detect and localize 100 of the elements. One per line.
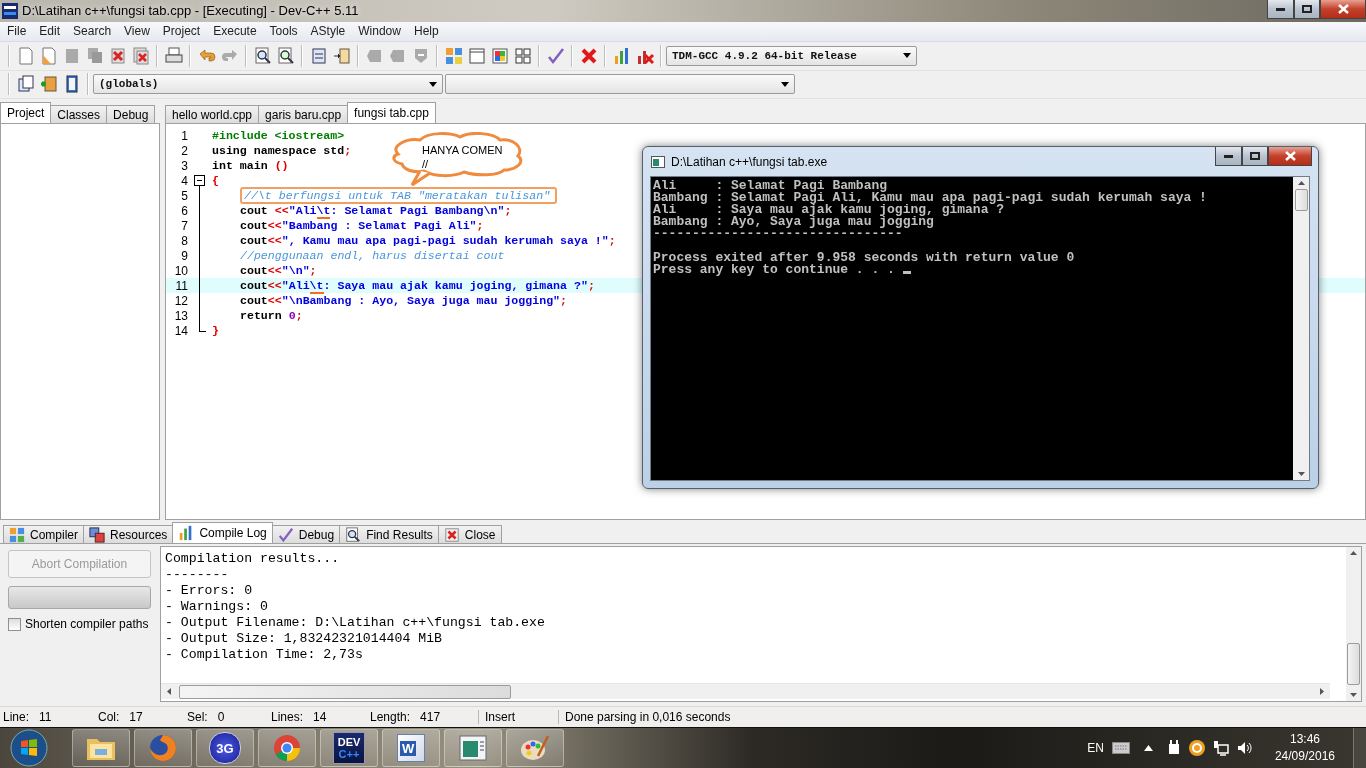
taskbar-button[interactable]: 3G [196,729,254,767]
status-label: Lines: [271,710,304,725]
checkbox-label: Shorten compiler paths [25,617,149,632]
menu-item[interactable]: AStyle [303,24,352,39]
line-number: 2 [180,143,188,158]
language-indicator[interactable]: EN [1087,741,1104,755]
member-dropdown[interactable] [445,74,795,95]
undo-icon[interactable] [197,46,216,65]
scrollbar-thumb[interactable] [1294,189,1308,211]
close-button[interactable] [1268,147,1312,166]
clock-date[interactable]: 24/09/2016 [1274,748,1335,765]
panel-icon[interactable] [309,46,328,65]
minimize-icon [1276,7,1285,11]
minimize-button[interactable] [1215,147,1242,166]
start-button[interactable] [10,729,48,767]
status-label: Length: [370,710,411,725]
ide-app-icon: DEV C++ [333,732,365,764]
console-line: Press any key to continue . . . [653,264,1293,276]
taskbar-button[interactable]: W [382,729,440,767]
output-tab[interactable]: Debug [271,525,341,544]
close-file-icon[interactable] [108,46,127,65]
menu-item[interactable]: Tools [262,24,304,39]
status-label: Sel: [187,710,208,725]
fold-icon[interactable] [194,173,205,189]
scrollbar-thumb[interactable] [179,684,511,699]
file-tab[interactable]: garis baru.cpp [258,105,349,124]
scope-dropdown[interactable]: (globals) [93,74,443,95]
file-tab[interactable]: fungsi tab.cpp [347,102,436,124]
menu-item[interactable]: File [0,24,33,39]
vertical-scrollbar[interactable] [1346,547,1361,702]
stop-icon[interactable] [579,46,598,65]
panel-tab[interactable]: Debug [106,105,156,124]
replace-icon[interactable] [276,46,295,65]
scrollbar-thumb[interactable] [1347,643,1360,686]
line-number: 6 [180,203,188,218]
network-icon [1212,740,1229,756]
line-number: 1 [180,128,188,143]
window-icon [459,735,487,761]
console-icon [651,155,665,168]
code-line: } [212,324,219,338]
windows-icon [89,526,105,543]
panel-tab[interactable]: Project [0,102,52,124]
menu-item[interactable]: Help [406,24,445,39]
menu-item[interactable]: Edit [32,24,67,39]
output-tab[interactable]: Compile Log [172,522,273,544]
chart-icon[interactable] [612,46,631,65]
vertical-scrollbar[interactable] [1293,177,1309,480]
check-icon [277,526,294,543]
edit-mode: Insert [478,710,558,725]
search-icon[interactable] [253,46,272,65]
horizontal-scrollbar[interactable] [161,683,1330,700]
panel-tab[interactable]: Classes [50,105,108,124]
compiler-dropdown[interactable]: TDM-GCC 4.9.2 64-bit Release [666,45,917,66]
taskbar-button[interactable]: DEV C++ [320,729,378,767]
line-number: 14 [173,323,188,338]
menu-item[interactable]: Window [351,24,407,39]
clock-time[interactable]: 13:46 [1289,731,1320,748]
close-all-icon[interactable] [131,46,150,65]
maximize-button[interactable] [1242,147,1268,166]
save-all-icon[interactable] [85,46,104,65]
volume-icon [1236,741,1253,755]
code-line: #include <iostream> [212,129,345,143]
taskbar-button[interactable] [134,729,192,767]
output-tab[interactable]: Resources [83,525,174,544]
paint-palette-icon [520,734,550,762]
code-comment: //\t berfungsi untuk TAB "meratakan tulisan" [240,187,558,205]
taskbar-button[interactable] [258,729,316,767]
print-icon[interactable] [164,46,183,65]
taskbar-button[interactable] [72,729,130,767]
open-file-icon[interactable] [39,46,58,65]
output-tab[interactable]: Compiler [3,525,84,544]
window-icon[interactable] [467,46,486,65]
line-number: 8 [180,233,188,248]
add-file-icon[interactable] [39,75,58,94]
menu-item[interactable]: View [117,24,156,39]
maximize-button[interactable] [1294,0,1320,19]
close-button[interactable] [1320,0,1366,19]
menu-item[interactable]: Project [155,24,207,39]
menu-item[interactable]: Execute [206,24,263,39]
taskbar-button[interactable] [506,729,564,767]
code-line: cout<<", Kamu mau apa pagi-pagi sudah kerumah saya !"; [240,234,616,248]
status-value: 417 [420,710,441,725]
tiles-icon[interactable] [444,46,463,65]
color-window-icon[interactable] [490,46,509,65]
show-desktop-button[interactable] [1353,728,1366,768]
word-icon: W [397,734,425,762]
grid-icon[interactable] [513,46,532,65]
log-line: - Output Size: 1,83242321014404 MiB [165,631,443,648]
output-tab[interactable]: Close [437,525,502,544]
status-value: 11 [39,710,52,725]
console-line: Bambang : Ayo, Saya juga mau jogging [653,216,935,228]
code-line: return 0; [240,309,303,323]
taskbar-button[interactable] [444,729,502,767]
app-icon [2,2,18,19]
output-tab[interactable]: Find Results [339,525,439,544]
check-icon[interactable] [546,46,565,65]
checkbox[interactable] [8,617,21,631]
menu-item[interactable]: Search [66,24,118,39]
minimize-button[interactable] [1267,0,1294,19]
file-tab[interactable]: hello world.cpp [165,105,260,124]
